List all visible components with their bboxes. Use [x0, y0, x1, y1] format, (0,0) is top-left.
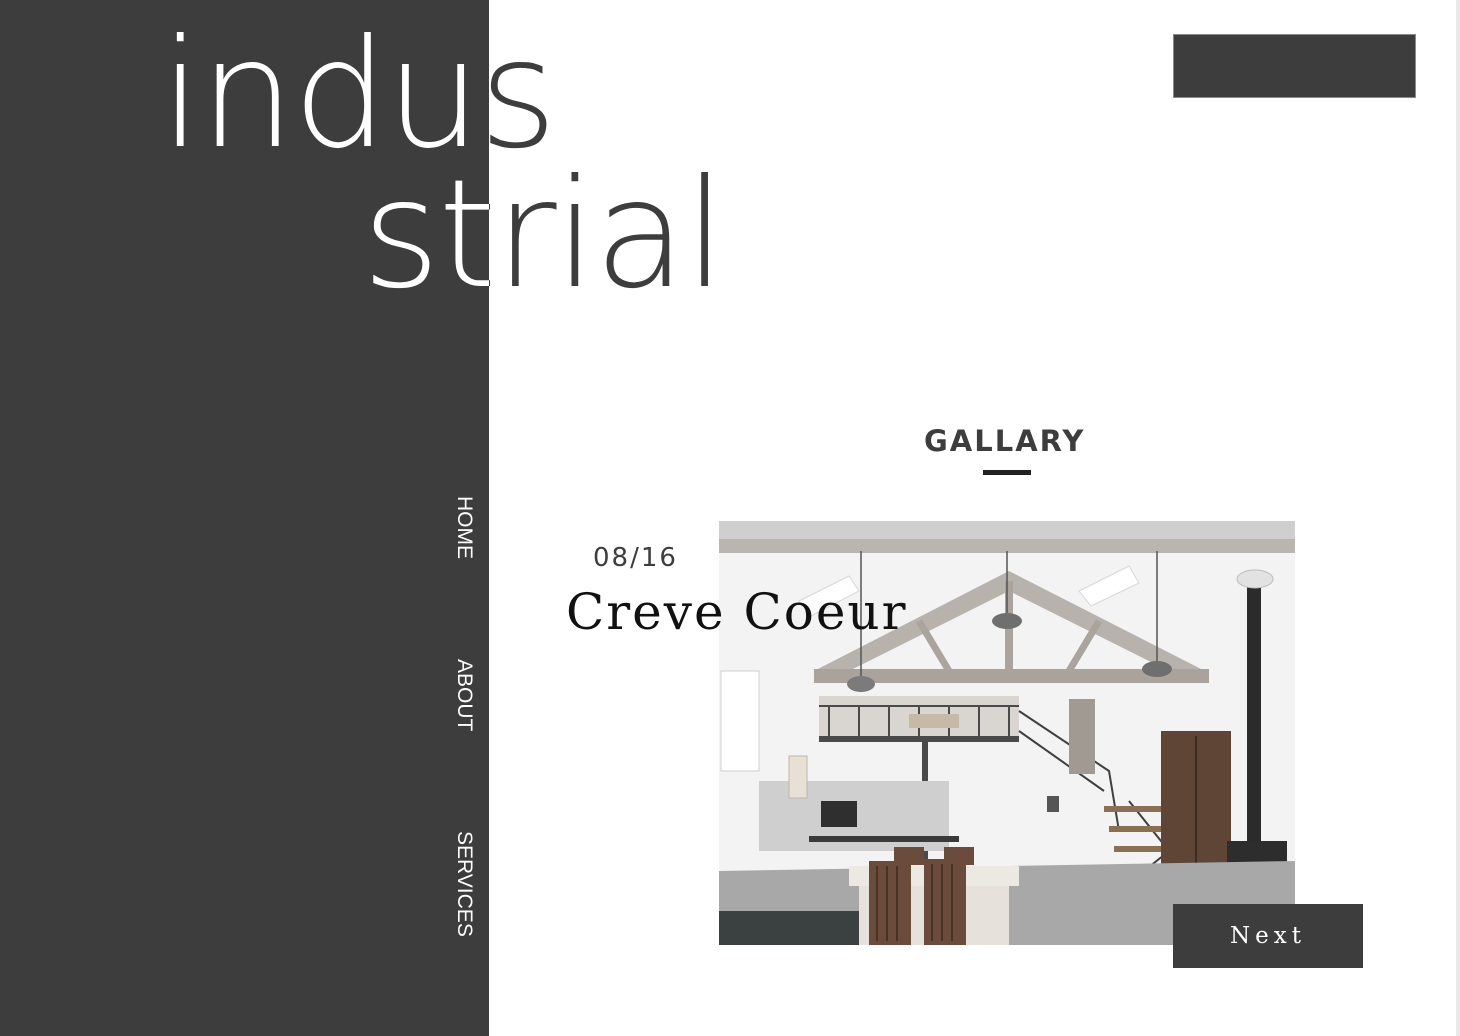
- hero-title-dark-side: indus strial: [0, 0, 489, 340]
- nav-item-services[interactable]: SERVICES: [452, 831, 476, 937]
- slide-counter: 08/16: [593, 543, 678, 573]
- gallery-heading-underline: [983, 470, 1031, 475]
- gallery-heading: GALLARY: [924, 424, 1086, 458]
- hero-word-line2-overflow: strial: [489, 148, 726, 322]
- nav-item-home[interactable]: HOME: [452, 496, 476, 559]
- photo-caption: Creve Coeur: [566, 583, 908, 641]
- hero-word-line2: strial: [362, 148, 489, 322]
- nav-item-about[interactable]: ABOUT: [452, 659, 476, 731]
- top-menu-button[interactable]: [1173, 34, 1416, 98]
- page-edge: [1456, 0, 1460, 1036]
- next-button[interactable]: Next: [1173, 904, 1363, 968]
